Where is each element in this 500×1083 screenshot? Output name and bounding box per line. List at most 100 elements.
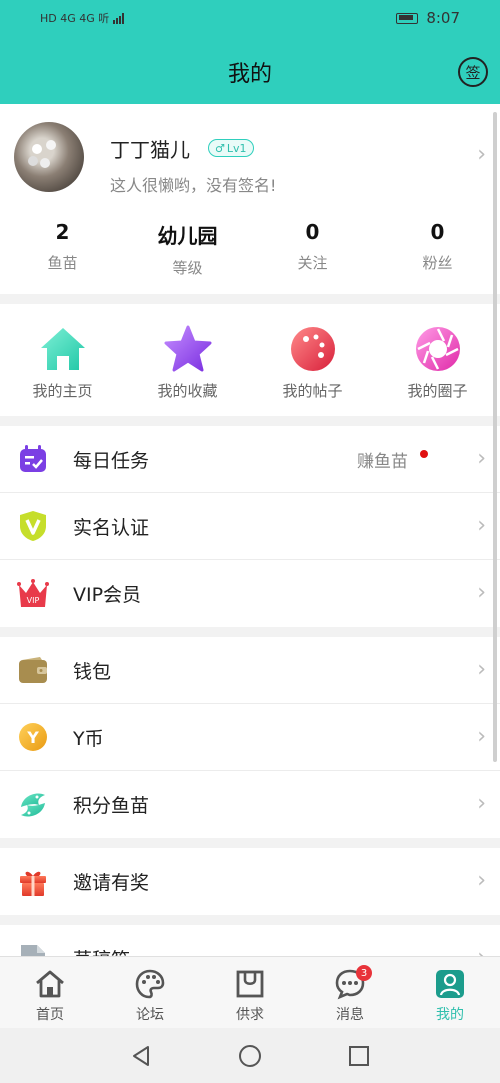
menu-item-drafts[interactable]: 草稿箱 ›: [0, 925, 500, 956]
menu-item-label: Y币: [73, 727, 104, 750]
quick-link-label: 我的帖子: [282, 382, 343, 400]
quick-link-label: 我的收藏: [157, 382, 218, 400]
menu-item-label: 邀请有奖: [73, 872, 150, 894]
menu-group-drafts: 草稿箱 ›: [0, 925, 500, 956]
menu-item-label: 实名认证: [73, 516, 150, 539]
menu-group-finance: 钱包 › Y Y币 › 积分鱼苗 ›: [0, 637, 500, 838]
stat-value: 0: [430, 220, 445, 244]
calendar-check-icon: [17, 443, 49, 475]
level-text: Lv1: [226, 141, 247, 155]
quick-link-label: 我的圈子: [407, 382, 468, 400]
quick-link-homepage[interactable]: 我的主页: [0, 304, 125, 416]
nav-supply-demand[interactable]: 供求: [200, 957, 300, 1028]
stat-label: 关注: [297, 254, 328, 272]
nav-forum[interactable]: 论坛: [100, 957, 200, 1028]
notification-dot: [420, 450, 428, 458]
message-count-badge: 3: [356, 965, 372, 981]
section-gap: [0, 838, 500, 848]
quick-links: 我的主页 我的收藏 我的帖子 我的圈子: [0, 304, 500, 416]
stat-level[interactable]: 幼儿园 等级: [125, 220, 250, 278]
level-badge: ♂ Lv1: [208, 139, 254, 157]
stat-following[interactable]: 0 关注: [250, 220, 375, 278]
chevron-right-icon: ›: [477, 657, 486, 682]
chevron-right-icon: ›: [477, 142, 486, 167]
menu-item-points-fish[interactable]: 积分鱼苗 ›: [0, 771, 500, 838]
aperture-icon: [413, 324, 463, 374]
stat-value: 0: [305, 220, 320, 244]
page-title: 我的: [227, 62, 272, 87]
earn-fish-hint: 赚鱼苗: [357, 451, 408, 472]
menu-item-invite-reward[interactable]: 邀请有奖 ›: [0, 848, 500, 915]
profile-bio: 这人很懒哟，没有签名!: [110, 176, 277, 195]
menu-item-label: 钱包: [73, 660, 112, 683]
username: 丁丁猫儿: [110, 138, 190, 162]
section-gap: [0, 627, 500, 637]
quick-link-favorites[interactable]: 我的收藏: [125, 304, 250, 416]
vip-crown-icon: VIP: [17, 578, 49, 610]
nav-label: 论坛: [136, 1007, 164, 1023]
gender-male-icon: ♂: [215, 141, 225, 155]
stat-followers[interactable]: 0 粉丝: [375, 220, 500, 278]
bottom-nav: 首页 论坛 供求 3 消息 我的: [0, 956, 500, 1028]
home-outline-icon: [33, 967, 67, 1001]
draft-document-icon: [17, 943, 49, 956]
avatar[interactable]: [14, 122, 84, 192]
menu-group-account: 每日任务 赚鱼苗 › 实名认证 › VIP VIP会员 ›: [0, 426, 500, 627]
status-right: 8:07: [396, 9, 460, 27]
quick-link-circles[interactable]: 我的圈子: [375, 304, 500, 416]
system-nav-bar: [0, 1028, 500, 1083]
section-gap: [0, 915, 500, 925]
menu-item-label: 积分鱼苗: [73, 795, 150, 817]
status-bar: HD 4G 4G 听 8:07: [0, 0, 500, 36]
palette-icon: [288, 324, 338, 374]
nav-home[interactable]: 首页: [0, 957, 100, 1028]
home-circle-icon[interactable]: [238, 1044, 262, 1068]
wallet-icon: [17, 654, 49, 686]
sign-in-button[interactable]: 签: [458, 57, 488, 87]
stat-fish[interactable]: 2 鱼苗: [0, 220, 125, 278]
recents-square-icon[interactable]: [348, 1045, 370, 1067]
section-gap: [0, 416, 500, 426]
stat-value: 幼儿园: [157, 224, 218, 248]
user-profile-icon: [433, 967, 467, 1001]
nav-mine[interactable]: 我的: [400, 957, 500, 1028]
status-left-text: HD 4G 4G 听: [40, 12, 110, 25]
menu-item-label: 每日任务: [73, 449, 150, 472]
quick-link-posts[interactable]: 我的帖子: [250, 304, 375, 416]
chevron-right-icon: ›: [477, 513, 486, 538]
menu-item-wallet[interactable]: 钱包 ›: [0, 637, 500, 704]
chevron-right-icon: ›: [477, 791, 486, 816]
stat-label: 等级: [172, 259, 203, 277]
menu-item-real-name[interactable]: 实名认证 ›: [0, 493, 500, 560]
gift-icon: [17, 866, 49, 898]
vip-icon-text: VIP: [27, 596, 40, 605]
nav-label: 供求: [236, 1007, 264, 1023]
y-coin-icon: Y: [17, 721, 49, 753]
fish-icon: [17, 789, 49, 821]
signal-icon: [113, 12, 125, 24]
home-icon: [38, 324, 88, 374]
nav-messages[interactable]: 3 消息: [300, 957, 400, 1028]
chevron-right-icon: ›: [477, 724, 486, 749]
menu-item-daily-tasks[interactable]: 每日任务 赚鱼苗 ›: [0, 426, 500, 493]
star-icon: [163, 324, 213, 374]
back-triangle-icon[interactable]: [130, 1045, 152, 1067]
profile-stats: 2 鱼苗 幼儿园 等级 0 关注 0 粉丝: [0, 220, 500, 278]
shopping-bag-icon: [233, 967, 267, 1001]
verified-shield-icon: [17, 510, 49, 542]
profile-scroll-area[interactable]: 丁丁猫儿 ♂ Lv1 这人很懒哟，没有签名! › 2 鱼苗 幼儿园 等级 0 关…: [0, 104, 500, 956]
menu-item-vip[interactable]: VIP VIP会员 ›: [0, 560, 500, 627]
chevron-right-icon: ›: [477, 446, 486, 471]
chevron-right-icon: ›: [477, 868, 486, 893]
chevron-right-icon: ›: [477, 945, 486, 956]
title-bar: 我的 签: [0, 40, 500, 104]
stat-label: 粉丝: [422, 254, 453, 272]
menu-group-invite: 邀请有奖 ›: [0, 848, 500, 915]
y-coin-text: Y: [26, 728, 39, 747]
menu-item-y-coin[interactable]: Y Y币 ›: [0, 704, 500, 771]
status-time: 8:07: [426, 9, 460, 27]
stat-label: 鱼苗: [47, 254, 78, 272]
menu-item-label: VIP会员: [73, 584, 142, 606]
scrollbar[interactable]: [493, 112, 497, 762]
profile-card[interactable]: 丁丁猫儿 ♂ Lv1 这人很懒哟，没有签名! › 2 鱼苗 幼儿园 等级 0 关…: [0, 104, 500, 294]
